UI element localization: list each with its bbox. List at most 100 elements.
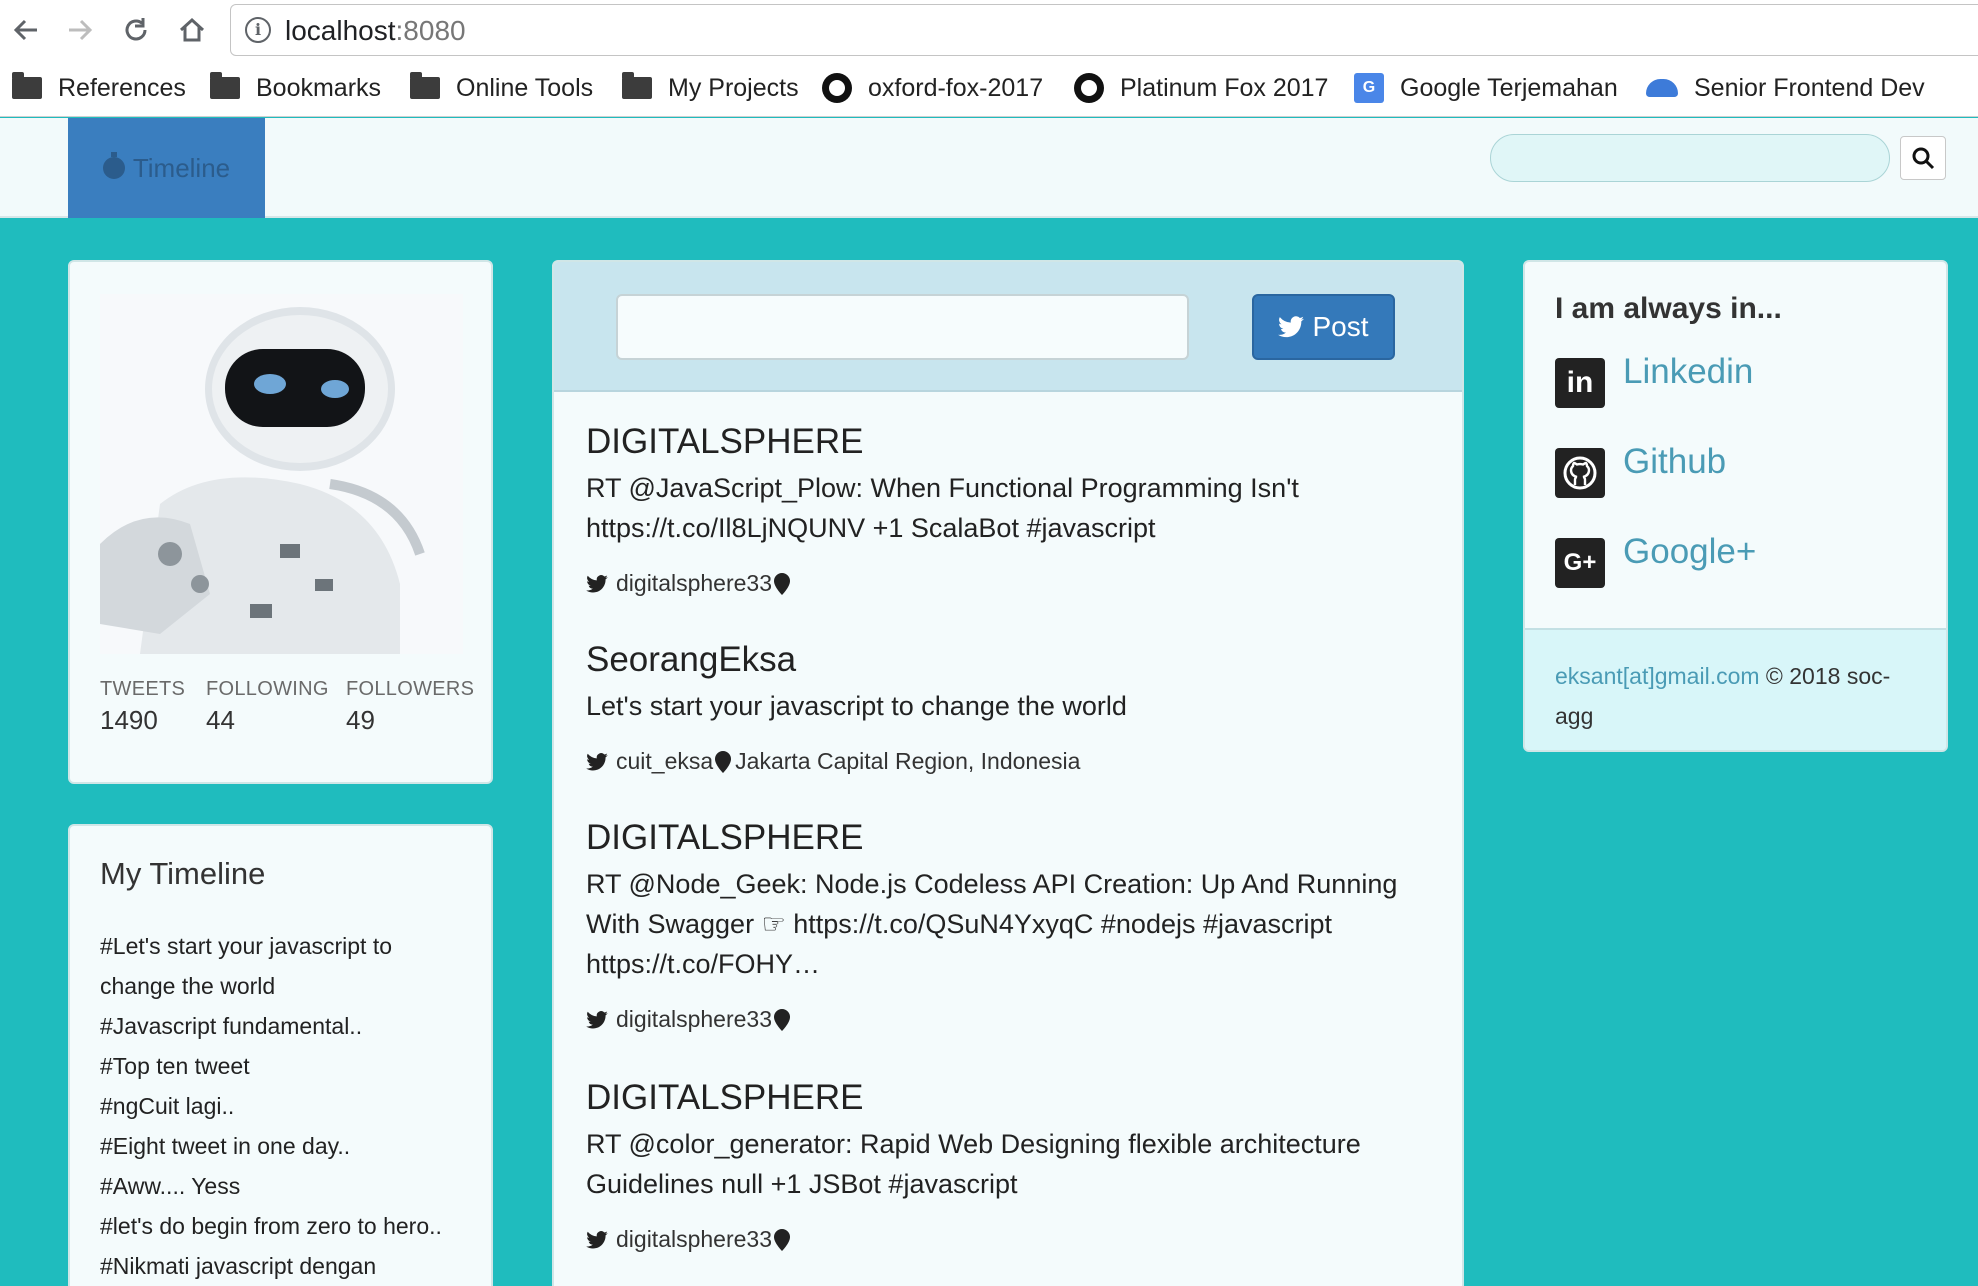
folder-icon	[210, 72, 240, 99]
twitter-bird-icon	[1278, 316, 1305, 338]
folder-icon	[622, 72, 652, 99]
linkedin-link[interactable]: in Linkedin	[1555, 352, 1753, 408]
avatar	[100, 294, 463, 654]
timeline-item[interactable]: #Aww.... Yess	[100, 1166, 470, 1206]
stat-value: 44	[206, 705, 235, 735]
brand-timeline-link[interactable]: Timeline	[68, 118, 265, 218]
post-button[interactable]: Post	[1252, 294, 1395, 360]
tweet-item: DIGITALSPHERE RT @color_generator: Rapid…	[586, 1078, 1446, 1253]
map-pin-icon	[774, 572, 791, 595]
timeline-item[interactable]: #Let's start your javascript to change t…	[100, 926, 470, 1006]
tweet-meta: cuit_eksa Jakarta Capital Region, Indone…	[586, 748, 1446, 775]
tweet-author: DIGITALSPHERE	[586, 818, 864, 857]
tweet-meta: digitalsphere33	[586, 1006, 1446, 1033]
bookmark-senior-frontend[interactable]: Senior Frontend Dev	[1646, 70, 1926, 106]
linkedin-label: Linkedin	[1623, 352, 1754, 391]
stat-tweets: TWEETS 1490	[100, 678, 185, 736]
tweet-meta: digitalsphere33	[586, 1226, 1446, 1253]
tweet-item: DIGITALSPHERE RT @Node_Geek: Node.js Cod…	[586, 818, 1446, 1033]
reload-icon[interactable]	[114, 8, 158, 52]
tweet-text: RT @color_generator: Rapid Web Designing…	[586, 1129, 1361, 1199]
stat-label: FOLLOWERS	[346, 678, 475, 700]
tweet-location: Jakarta Capital Region, Indonesia	[735, 748, 1081, 774]
github-link[interactable]: Github	[1555, 442, 1726, 498]
post-label: Post	[1312, 311, 1369, 342]
bookmark-label: Online Tools	[456, 73, 594, 102]
github-icon	[1074, 73, 1104, 103]
bookmark-label: References	[58, 73, 186, 102]
tweet-handle[interactable]: digitalsphere33	[616, 570, 772, 597]
github-icon	[822, 73, 852, 103]
stat-value: 1490	[100, 705, 158, 735]
my-timeline-title: My Timeline	[100, 856, 266, 891]
stat-label: TWEETS	[100, 678, 186, 700]
linkedin-icon: in	[1555, 358, 1605, 408]
timeline-item[interactable]: #Javascript fundamental..	[100, 1006, 470, 1046]
back-arrow-icon[interactable]	[4, 8, 48, 52]
timeline-item[interactable]: #Top ten tweet	[100, 1046, 470, 1086]
twitter-bird-icon	[586, 1230, 608, 1248]
bookmark-my-projects[interactable]: My Projects	[622, 70, 799, 106]
bookmark-platinum-fox[interactable]: Platinum Fox 2017	[1074, 70, 1328, 106]
bookmark-label: My Projects	[668, 73, 799, 102]
address-bar[interactable]: i localhost:8080	[230, 4, 1978, 56]
brand-label: Timeline	[132, 152, 231, 183]
map-pin-icon	[774, 1228, 791, 1251]
stat-followers: FOLLOWERS 49	[346, 678, 474, 736]
twitter-bird-icon	[586, 574, 608, 592]
social-links-card: I am always in... in Linkedin Github G+ …	[1523, 260, 1948, 752]
bookmark-bookmarks[interactable]: Bookmarks	[210, 70, 381, 106]
bookmark-online-tools[interactable]: Online Tools	[410, 70, 593, 106]
tweet-text: Let's start your javascript to change th…	[586, 691, 1127, 721]
timeline-item[interactable]: #Nikmati javascript dengan	[100, 1246, 470, 1286]
twitter-bird-icon	[586, 752, 608, 770]
stopwatch-icon	[102, 152, 125, 179]
folder-icon	[410, 72, 440, 99]
browser-chrome: i localhost:8080 References Bookmarks On…	[0, 0, 1978, 117]
tweet-meta: digitalsphere33	[586, 570, 1446, 597]
tweet-item: SeorangEksa Let's start your javascript …	[586, 640, 1446, 775]
timeline-item[interactable]: #ngCuit lagi..	[100, 1086, 470, 1126]
tweet-feed: Post DIGITALSPHERE RT @JavaScript_Plow: …	[552, 260, 1464, 1286]
home-icon[interactable]	[170, 8, 214, 52]
search-button[interactable]	[1900, 136, 1946, 180]
site-info-icon[interactable]: i	[245, 17, 271, 43]
bookmark-google-translate[interactable]: G Google Terjemahan	[1354, 70, 1618, 106]
tweet-handle[interactable]: cuit_eksa	[616, 748, 713, 775]
google-plus-label: Google+	[1623, 532, 1757, 571]
google-plus-icon: G+	[1555, 538, 1605, 588]
bookmark-references[interactable]: References	[12, 70, 186, 106]
my-timeline-card: My Timeline #Let's start your javascript…	[68, 824, 493, 1286]
tweet-text: RT @Node_Geek: Node.js Codeless API Crea…	[586, 869, 1398, 979]
footer-note: eksant[at]gmail.com © 2018 soc-agg	[1525, 628, 1946, 750]
footer-email-link[interactable]: eksant[at]gmail.com	[1555, 663, 1760, 689]
bookmark-oxford-fox[interactable]: oxford-fox-2017	[822, 70, 1043, 106]
my-timeline-list: #Let's start your javascript to change t…	[100, 926, 470, 1286]
bookmark-label: Senior Frontend Dev	[1694, 73, 1925, 102]
app-navbar: Timeline	[0, 118, 1978, 218]
timeline-item[interactable]: #Eight tweet in one day..	[100, 1126, 470, 1166]
tweet-handle[interactable]: digitalsphere33	[616, 1226, 772, 1253]
tweet-item: DIGITALSPHERE RT @JavaScript_Plow: When …	[586, 422, 1446, 597]
bookmark-label: Bookmarks	[256, 73, 382, 102]
map-pin-icon	[715, 750, 732, 773]
forward-arrow-icon[interactable]	[58, 8, 102, 52]
timeline-item[interactable]: #let's do begin from zero to hero..	[100, 1206, 470, 1246]
search-input[interactable]	[1490, 134, 1890, 182]
google-translate-icon: G	[1354, 73, 1384, 103]
stat-following: FOLLOWING 44	[206, 678, 329, 736]
tweet-compose-input[interactable]	[616, 294, 1189, 360]
map-pin-icon	[774, 1008, 791, 1031]
tweet-author: SeorangEksa	[586, 640, 797, 679]
social-links-title: I am always in...	[1555, 292, 1782, 325]
cloud-icon	[1646, 79, 1678, 97]
twitter-bird-icon	[586, 1010, 608, 1028]
bookmarks-bar: References Bookmarks Online Tools My Pro…	[0, 64, 1978, 110]
search-icon	[1912, 147, 1935, 170]
google-plus-link[interactable]: G+ Google+	[1555, 532, 1756, 588]
tweet-text: RT @JavaScript_Plow: When Functional Pro…	[586, 473, 1299, 543]
tweet-handle[interactable]: digitalsphere33	[616, 1006, 772, 1033]
profile-card: TWEETS 1490 FOLLOWING 44 FOLLOWERS 49	[68, 260, 493, 784]
tweet-author: DIGITALSPHERE	[586, 422, 864, 461]
bookmark-label: Google Terjemahan	[1400, 73, 1618, 102]
